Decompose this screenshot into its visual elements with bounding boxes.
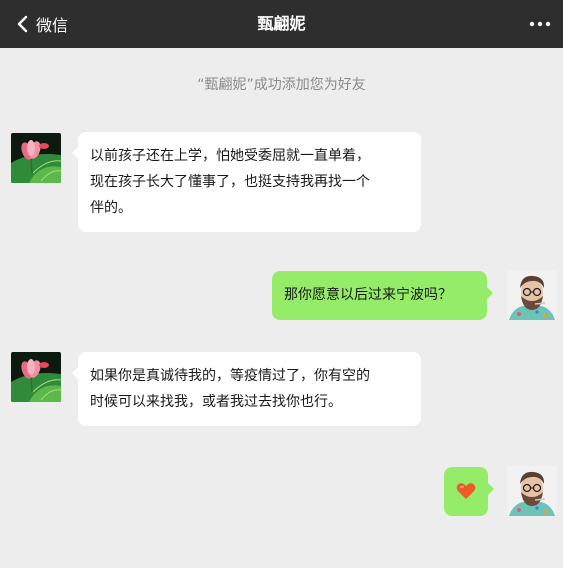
my-avatar[interactable] (507, 270, 557, 320)
message-line: 以前孩子还在上学，怕她受委屈就一直单着， (90, 148, 370, 164)
lotus-avatar-image (11, 352, 61, 402)
message-line: 现在孩子长大了懂事了，也挺支持我再找一个 (90, 174, 370, 190)
more-button[interactable] (525, 12, 555, 36)
system-notice: “甄翩妮”成功添加您为好友 (197, 77, 366, 93)
message-line: 如果你是真诚待我的，等疫情过了，你有空的 (90, 368, 370, 384)
bearded-man-avatar-image (507, 466, 557, 516)
back-button[interactable]: 微信 (12, 0, 68, 48)
contact-avatar[interactable] (11, 133, 61, 183)
message-line: 伴的。 (90, 200, 132, 216)
more-dots-icon (529, 21, 551, 27)
message-bubble-outgoing[interactable]: 那你愿意以后过来宁波吗？ (272, 271, 493, 320)
nav-bar: 微信 甄翩妮 (0, 0, 563, 48)
contact-avatar[interactable] (11, 352, 61, 402)
chevron-left-icon (17, 15, 28, 33)
message-line: 那你愿意以后过来宁波吗？ (284, 287, 452, 303)
back-label: 微信 (36, 16, 69, 35)
lotus-avatar-image (11, 133, 61, 183)
message-bubble-outgoing[interactable] (444, 467, 494, 516)
bearded-man-avatar-image (507, 270, 557, 320)
my-avatar[interactable] (507, 466, 557, 516)
chat-title: 甄翩妮 (257, 14, 306, 33)
message-line: 时候可以来找我，或者我过去找你也行。 (90, 394, 342, 410)
message-bubble-incoming[interactable]: 如果你是真诚待我的，等疫情过了，你有空的 时候可以来找我，或者我过去找你也行。 (72, 352, 421, 426)
message-bubble-incoming[interactable]: 以前孩子还在上学，怕她受委屈就一直单着， 现在孩子长大了懂事了，也挺支持我再找一… (72, 132, 421, 232)
heart-icon (456, 483, 476, 499)
